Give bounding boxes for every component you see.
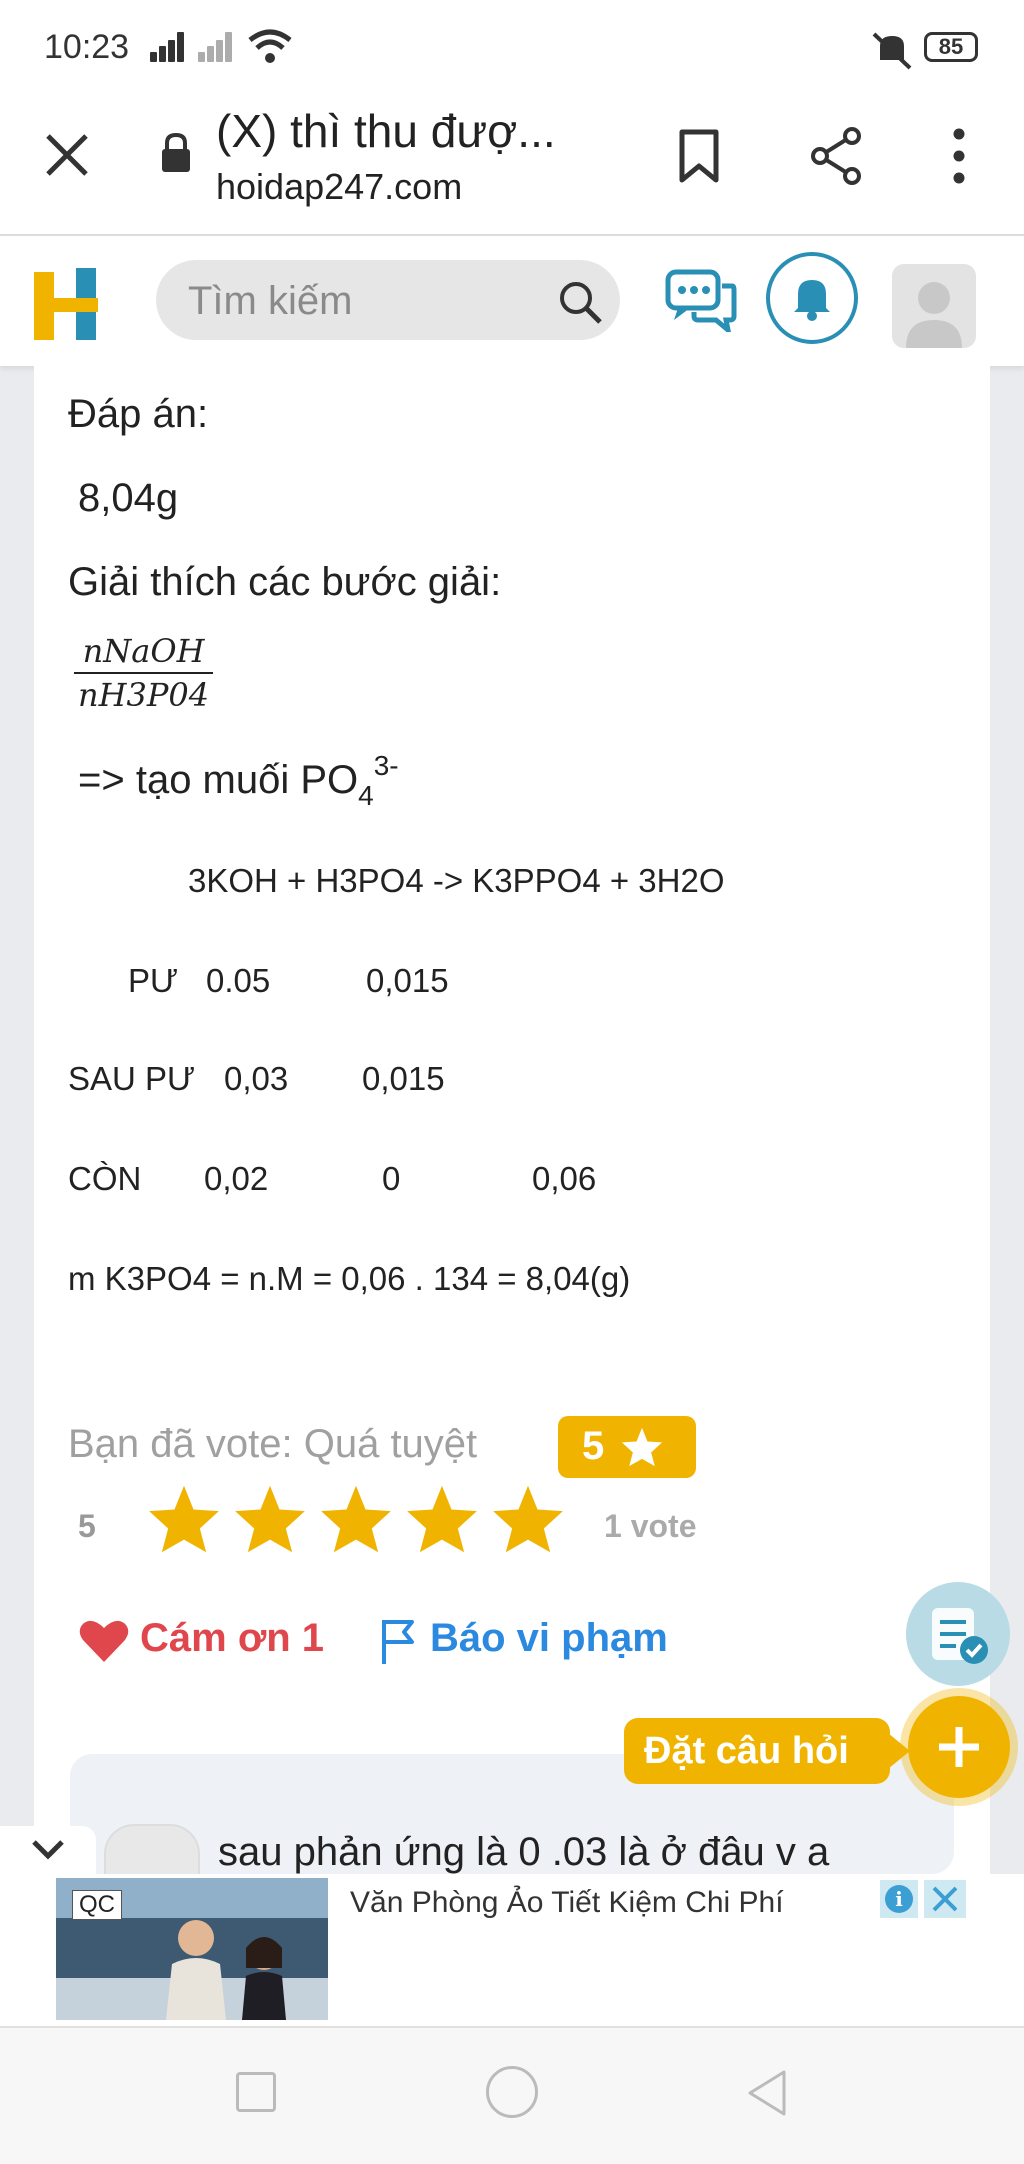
back-button[interactable]: [744, 2068, 790, 2118]
ad-info-icon[interactable]: i: [880, 1880, 918, 1918]
flag-icon: [382, 1620, 414, 1664]
report-button[interactable]: Báo vi phạm: [380, 1614, 700, 1670]
bookmark-icon[interactable]: [676, 128, 722, 184]
ad-collapse-button[interactable]: [0, 1826, 96, 1874]
chevron-down-icon: [32, 1840, 64, 1860]
site-logo[interactable]: [32, 266, 100, 342]
notification-button[interactable]: [766, 252, 858, 344]
row-remaining-k3po4: 0,06: [532, 1160, 597, 1197]
search-input[interactable]: [186, 276, 530, 326]
vote-badge: 5: [558, 1416, 696, 1478]
rating-stars[interactable]: [146, 1482, 566, 1558]
add-question-button[interactable]: [908, 1696, 1010, 1798]
signal-icon: [150, 32, 186, 62]
plus-icon: [939, 1727, 979, 1767]
fraction-numerator: nNaOH: [82, 632, 205, 670]
salt-superscript: 3-: [373, 750, 399, 781]
star-icon[interactable]: [318, 1482, 394, 1556]
mass-calculation: m K3PO4 = n.M = 0,06 . 134 = 8,04(g): [68, 1260, 631, 1297]
page-domain[interactable]: hoidap247.com: [216, 166, 462, 208]
more-menu-icon[interactable]: [948, 128, 970, 184]
lock-icon: [162, 132, 190, 172]
share-icon[interactable]: [808, 126, 864, 186]
battery-icon: 85: [924, 32, 978, 62]
ad-close-icon[interactable]: [924, 1880, 966, 1918]
reaction-equation: 3KOH + H3PO4 -> K3PPO4 + 3H2O: [188, 862, 725, 899]
row-label-reacted: PƯ: [128, 962, 179, 999]
rating-average: 5: [78, 1508, 96, 1544]
star-icon[interactable]: [404, 1482, 480, 1556]
fraction-bar: [74, 672, 214, 674]
explanation-heading: Giải thích các bước giải:: [68, 560, 502, 604]
vote-badge-value: 5: [582, 1424, 605, 1468]
ask-question-label[interactable]: Đặt câu hỏi: [624, 1718, 910, 1784]
row-reacted-koh: 0.05: [206, 962, 271, 999]
heart-icon: [79, 1620, 129, 1662]
answer-heading: Đáp án:: [68, 392, 209, 436]
row-label-after: SAU PƯ: [68, 1060, 196, 1097]
ask-question-text: Đặt câu hỏi: [644, 1730, 849, 1772]
mute-vibrate-icon: [872, 32, 912, 70]
row-after-koh: 0,03: [224, 1060, 289, 1097]
thanks-label: Cám ơn 1: [140, 1616, 325, 1660]
mole-ratio-fraction: nNaOH nH3P04: [74, 632, 214, 714]
row-remaining-koh: 0,02: [204, 1160, 269, 1197]
row-label-remaining: CÒN: [68, 1160, 142, 1197]
star-icon[interactable]: [490, 1482, 566, 1556]
home-button[interactable]: [486, 2066, 538, 2118]
pill-pointer: [888, 1733, 910, 1769]
ad-headline[interactable]: Văn Phòng Ảo Tiết Kiệm Chi Phí: [350, 1886, 784, 1920]
row-after-h3po4: 0,015: [362, 1060, 445, 1097]
page-title[interactable]: (X) thì thu đượ...: [216, 104, 556, 158]
bell-icon: [794, 280, 830, 321]
star-icon[interactable]: [232, 1482, 308, 1556]
row-reacted-h3po4: 0,015: [366, 962, 449, 999]
answer-result: 8,04g: [78, 476, 179, 520]
fraction-denominator: nH3P04: [78, 676, 210, 714]
comment-text: sau phản ứng là 0 .03 là ở đâu v a: [218, 1830, 830, 1874]
vote-count: 1 vote: [604, 1508, 697, 1544]
ad-tag: QC: [72, 1890, 122, 1920]
vote-label: Bạn đã vote: Quá tuyệt: [68, 1422, 478, 1466]
star-icon: [621, 1427, 663, 1467]
star-icon[interactable]: [146, 1482, 222, 1556]
battery-level: 85: [938, 34, 964, 59]
status-time: 10:23: [44, 28, 130, 66]
answer-list-button[interactable]: [906, 1582, 1010, 1686]
avatar[interactable]: [892, 264, 976, 348]
checklist-icon: [932, 1608, 988, 1664]
close-icon[interactable]: [44, 132, 90, 178]
recent-apps-button[interactable]: [236, 2072, 276, 2112]
salt-text: => tạo muối PO: [78, 758, 359, 802]
row-remaining-h3po4: 0: [382, 1160, 401, 1197]
salt-subscript: 4: [358, 780, 374, 811]
user-icon: [906, 282, 962, 348]
report-label: Báo vi phạm: [430, 1616, 668, 1660]
signal-icon-secondary: [198, 32, 234, 62]
chat-icon[interactable]: [664, 268, 738, 332]
wifi-icon: [248, 29, 292, 63]
salt-line: => tạo muối PO43-: [78, 750, 399, 811]
thanks-button[interactable]: Cám ơn 1: [78, 1614, 342, 1670]
search-icon[interactable]: [556, 278, 604, 326]
